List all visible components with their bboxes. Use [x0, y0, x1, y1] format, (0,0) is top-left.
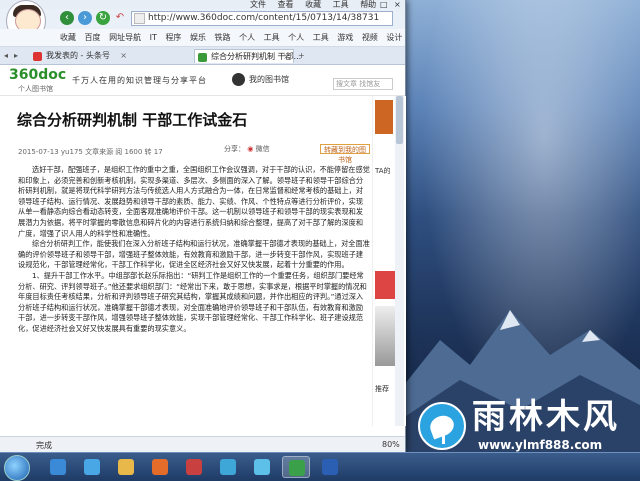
tab-toutiao[interactable]: 我发表的 - 头条号 × — [30, 49, 130, 63]
maximize-icon[interactable]: □ — [380, 0, 388, 9]
sidebar-label: 推荐 — [375, 385, 389, 393]
author-avatar[interactable] — [375, 100, 393, 134]
media-icon[interactable] — [146, 456, 174, 478]
tab-label: 我发表的 - 头条号 — [46, 51, 110, 60]
article-title: 综合分析研判机制 干部工作试金石 — [17, 111, 248, 129]
fav-item[interactable]: 娱乐 — [190, 33, 206, 42]
status-bar: 完成 80% — [0, 436, 405, 453]
article-body: 选好干部，配强班子，是组织工作的重中之重，全国组织工作会议强调，对于干部的认识，… — [18, 165, 370, 335]
fav-item[interactable]: 个人 — [239, 33, 255, 42]
address-bar[interactable]: http://www.360doc.com/content/15/0713/14… — [131, 11, 393, 26]
weibo-icon[interactable]: ◉ — [247, 145, 253, 153]
share-bar: 分享： ◉ 微信 — [224, 144, 270, 154]
share-label: 分享： — [224, 145, 245, 153]
undo-icon[interactable]: ↶ — [113, 11, 127, 25]
taskbar — [0, 452, 640, 481]
cloud-icon[interactable] — [248, 456, 276, 478]
site-logo[interactable]: 360doc — [9, 67, 66, 83]
navigation-bar: ‹ › ↻ ↶ http://www.360doc.com/content/15… — [0, 9, 405, 29]
close-icon[interactable]: × — [394, 0, 401, 9]
share-wechat[interactable]: 微信 — [256, 145, 270, 153]
tab-bar: ◂ ▸ 我发表的 - 头条号 × 综合分析研判机制 干部... × + — [0, 47, 405, 65]
status-text: 完成 — [36, 441, 52, 450]
fav-item[interactable]: 游戏 — [337, 33, 353, 42]
sidebar-ad-image[interactable] — [375, 306, 397, 366]
menu-view[interactable]: 查看 — [278, 0, 294, 9]
watermark: 雨林木风 www.ylmf888.com — [418, 398, 632, 454]
fav-item[interactable]: 程序 — [165, 33, 181, 42]
search-input[interactable]: 搜文章 找馆友 — [333, 78, 393, 90]
browser-window: 文件 查看 收藏 工具 帮助 – □ × ‹ › ↻ ↶ http://www.… — [0, 0, 406, 453]
start-icon[interactable] — [4, 455, 30, 481]
tab-scroll-left-icon[interactable]: ◂ — [4, 51, 8, 60]
fav-item[interactable]: 收藏 — [60, 33, 76, 42]
explorer-icon[interactable] — [44, 456, 72, 478]
site-header: 360doc 个人图书馆 千万人在用的知识管理与分享平台 我的图书馆 搜文章 找… — [0, 65, 405, 96]
toutiao-icon — [33, 52, 42, 61]
minimize-icon[interactable]: – — [366, 0, 370, 9]
fav-item[interactable]: 视频 — [362, 33, 378, 42]
article-paragraph: 选好干部，配强班子，是组织工作的重中之重，全国组织工作会议强调，对于干部的认识，… — [18, 165, 370, 238]
page-icon — [134, 13, 145, 24]
save-to-library-button[interactable]: 转藏到我的图书馆 — [320, 144, 370, 164]
favorites-bar: 收藏 百度 网址导航 IT 程序 娱乐 铁路 个人 工具 个人 工具 游戏 视频… — [0, 29, 405, 47]
fav-item[interactable]: IT — [150, 33, 157, 42]
address-url: http://www.360doc.com/content/15/0713/14… — [148, 13, 380, 23]
article: 综合分析研判机制 干部工作试金石 2015-07-13 yu175 文章来源 阅… — [0, 96, 372, 426]
word-icon[interactable] — [316, 456, 344, 478]
browser-icon[interactable] — [282, 456, 310, 478]
site-slogan: 千万人在用的知识管理与分享平台 — [72, 76, 207, 85]
vertical-scrollbar[interactable] — [395, 96, 404, 426]
article-paragraph: 1、提升干部工作水平。中组部部长赵乐际指出：“研判工作是组织工作的一个重要任务，… — [18, 270, 367, 333]
fav-item[interactable]: 工具 — [313, 33, 329, 42]
tab-360doc[interactable]: 综合分析研判机制 干部... × — [194, 49, 301, 64]
menu-favorites[interactable]: 收藏 — [305, 0, 321, 9]
tab-scroll-right-icon[interactable]: ▸ — [14, 51, 18, 60]
scrollbar-thumb[interactable] — [396, 96, 403, 144]
menu-tools[interactable]: 工具 — [333, 0, 349, 9]
watermark-logo-icon — [418, 402, 466, 450]
ie-icon[interactable] — [78, 456, 106, 478]
close-tab-icon[interactable]: × — [120, 49, 127, 63]
fav-item[interactable]: 百度 — [85, 33, 101, 42]
article-paragraph: 综合分析研判工作，能使我们在深入分析班子结构和运行状况，准确掌握干部德才表现的基… — [18, 239, 370, 270]
article-meta: 2015-07-13 yu175 文章来源 阅 1600 转 17 — [18, 148, 163, 156]
user-icon[interactable] — [232, 73, 245, 86]
fav-item[interactable]: 铁路 — [215, 33, 231, 42]
sidebar-ad-image[interactable] — [375, 271, 397, 299]
folder-icon[interactable] — [112, 456, 140, 478]
360doc-icon — [198, 53, 207, 62]
menu-file[interactable]: 文件 — [250, 0, 266, 9]
zoom-level[interactable]: 80% — [382, 440, 400, 449]
back-button[interactable]: ‹ — [60, 11, 74, 25]
sidebar-label: TA的 — [375, 167, 391, 175]
fav-item[interactable]: 设计 — [386, 33, 402, 42]
watermark-title: 雨林木风 — [472, 397, 620, 437]
my-library-link[interactable]: 我的图书馆 — [249, 74, 289, 85]
app-icon[interactable] — [180, 456, 208, 478]
forward-button[interactable]: › — [78, 11, 92, 25]
fav-item[interactable]: 个人 — [288, 33, 304, 42]
fav-item[interactable]: 工具 — [264, 33, 280, 42]
close-tab-icon[interactable]: × — [283, 50, 290, 64]
watermark-url: www.ylmf888.com — [478, 438, 603, 452]
search-app-icon[interactable] — [214, 456, 242, 478]
refresh-icon[interactable]: ↻ — [96, 11, 110, 25]
new-tab-icon[interactable]: + — [298, 51, 305, 60]
site-logo-subtitle: 个人图书馆 — [18, 85, 53, 93]
fav-item[interactable]: 网址导航 — [109, 33, 141, 42]
title-bar: 文件 查看 收藏 工具 帮助 – □ × — [0, 0, 405, 9]
